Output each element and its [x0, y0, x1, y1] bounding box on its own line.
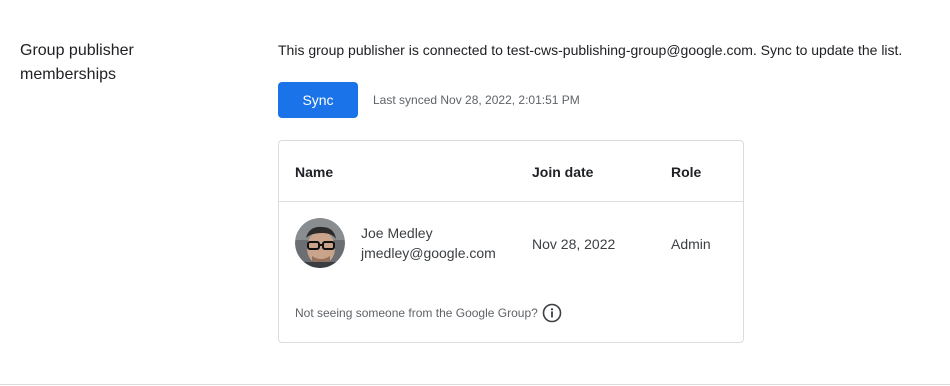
column-header-name: Name: [295, 164, 334, 180]
section-title-line2: memberships: [20, 66, 117, 83]
info-icon[interactable]: [542, 303, 562, 323]
section-title: Group publisher memberships: [20, 39, 220, 87]
user-photo-avatar: [295, 218, 345, 268]
last-synced-text: Last synced Nov 28, 2022, 2:01:51 PM: [373, 93, 580, 107]
section-title-line1: Group publisher: [20, 42, 134, 59]
column-header-role: Role: [671, 164, 702, 180]
member-join-date: Nov 28, 2022: [532, 236, 616, 252]
member-role: Admin: [671, 236, 711, 252]
table-header: Name Join date Role: [279, 141, 743, 202]
connection-description: This group publisher is connected to tes…: [278, 42, 903, 58]
group-publisher-page: Group publisher memberships This group p…: [0, 0, 950, 386]
member-name: Joe Medley: [361, 225, 433, 241]
section-divider: [0, 384, 950, 385]
help-line: Not seeing someone from the Google Group…: [295, 303, 562, 323]
help-text: Not seeing someone from the Google Group…: [295, 306, 538, 320]
sync-button[interactable]: Sync: [278, 82, 358, 118]
member-email: jmedley@google.com: [361, 245, 496, 261]
column-header-join-date: Join date: [532, 164, 594, 180]
members-table-card: Name Join date Role Joe Medley jmedley@g…: [278, 140, 744, 343]
table-row: Joe Medley jmedley@google.com Nov 28, 20…: [279, 202, 743, 284]
